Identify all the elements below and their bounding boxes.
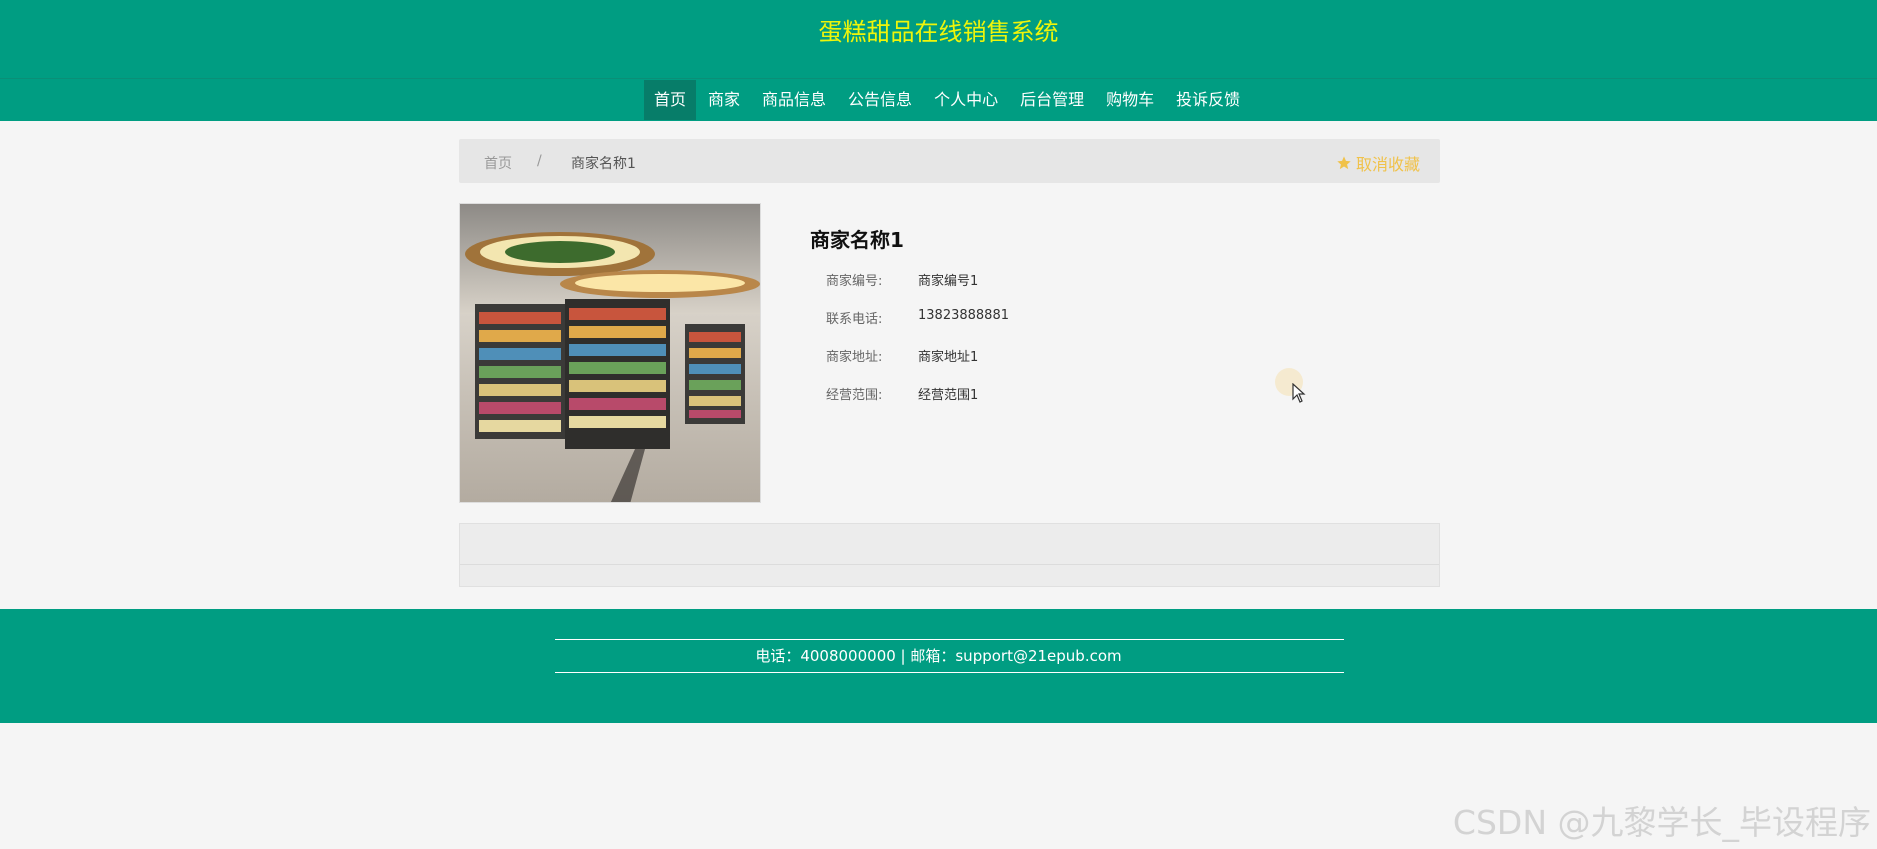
- footer-divider-top: [555, 639, 1344, 640]
- shop-image: [459, 203, 761, 503]
- tabs-divider: [460, 564, 1439, 565]
- site-title: 蛋糕甜品在线销售系统: [818, 18, 1059, 46]
- unfavorite-label: 取消收藏: [1355, 155, 1420, 174]
- nav-item-cart[interactable]: 购物车: [1096, 80, 1164, 120]
- nav-item-admin[interactable]: 后台管理: [1010, 80, 1094, 120]
- nav-item-products[interactable]: 商品信息: [752, 80, 836, 120]
- info-value: 商家地址1: [918, 350, 979, 365]
- info-label: 联系电话:: [826, 312, 883, 327]
- footer: 电话：4008000000 | 邮箱：support@21epub.com: [0, 609, 1877, 723]
- info-value: 商家编号1: [918, 274, 979, 289]
- breadcrumb-current: 商家名称1: [571, 156, 636, 172]
- nav-item-merchants[interactable]: 商家: [698, 80, 750, 120]
- breadcrumb-separator: /: [537, 153, 542, 169]
- info-label: 经营范围:: [826, 388, 883, 403]
- footer-divider-bottom: [555, 672, 1344, 673]
- info-label: 商家地址:: [826, 350, 883, 365]
- watermark: CSDN @九黎学长_毕设程序: [1452, 803, 1871, 842]
- unfavorite-button[interactable]: 取消收藏: [1336, 151, 1420, 175]
- footer-contact: 电话：4008000000 | 邮箱：support@21epub.com: [755, 647, 1122, 665]
- nav-item-announcements[interactable]: 公告信息: [838, 80, 922, 120]
- nav-item-feedback[interactable]: 投诉反馈: [1166, 80, 1250, 120]
- info-value: 13823888881: [918, 308, 1009, 323]
- info-value: 经营范围1: [918, 388, 979, 403]
- info-label: 商家编号:: [826, 274, 883, 289]
- detail-tabs-panel: [459, 523, 1440, 587]
- star-icon: [1337, 156, 1351, 170]
- main-nav: 首页 商家 商品信息 公告信息 个人中心 后台管理 购物车 投诉反馈: [0, 78, 1877, 121]
- mouse-cursor-icon: [1292, 383, 1306, 403]
- nav-item-home[interactable]: 首页: [644, 80, 697, 120]
- breadcrumb-home-link[interactable]: 首页: [484, 153, 512, 173]
- header: 蛋糕甜品在线销售系统: [0, 0, 1877, 78]
- breadcrumb: 首页 / 商家名称1 取消收藏: [459, 139, 1440, 183]
- nav-item-personal-center[interactable]: 个人中心: [924, 80, 1008, 120]
- shop-name: 商家名称1: [810, 228, 904, 252]
